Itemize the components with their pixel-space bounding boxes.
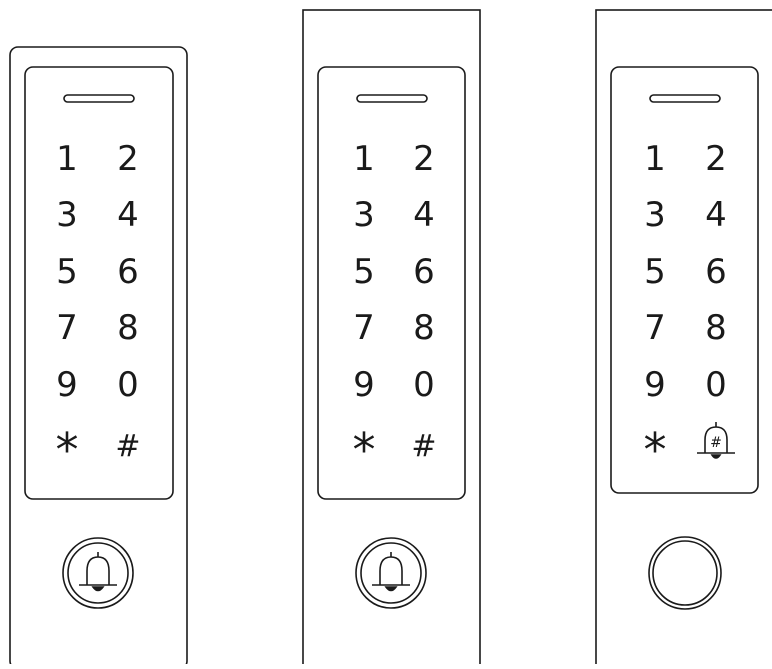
keypad-2-touch-panel bbox=[317, 66, 466, 500]
keypad-3-key[interactable]: 7 bbox=[644, 308, 666, 348]
keypad-3-button-inner-ring bbox=[652, 540, 718, 606]
keypad-2-key[interactable]: 1 bbox=[353, 139, 375, 179]
keypad-1-key[interactable]: 2 bbox=[117, 139, 139, 179]
keypad-1-button-outer-ring bbox=[62, 537, 134, 609]
keypad-1-touch-panel bbox=[24, 66, 174, 500]
keypad-1-key[interactable]: 7 bbox=[56, 308, 78, 348]
keypad-2-key[interactable]: 7 bbox=[353, 308, 375, 348]
keypad-3-hash-key-label: # bbox=[710, 435, 722, 451]
keypad-3-key[interactable]: 0 bbox=[705, 365, 727, 405]
keypad-2-star-key[interactable]: * bbox=[353, 423, 376, 477]
keypad-1-star-key[interactable]: * bbox=[56, 423, 79, 477]
keypad-3-hash-bell-key[interactable]: # bbox=[697, 422, 735, 459]
keypad-3: 1 2 3 4 5 6 7 8 9 0 * # bbox=[595, 9, 772, 669]
bell-icon bbox=[372, 552, 410, 592]
keypad-1-key[interactable]: 9 bbox=[56, 365, 78, 405]
keypad-3-key[interactable]: 5 bbox=[644, 252, 666, 292]
keypad-3-housing bbox=[595, 9, 772, 669]
keypad-3-key[interactable]: 8 bbox=[705, 308, 727, 348]
keypad-1-bell-button[interactable] bbox=[62, 537, 134, 609]
keypad-3-touch-panel bbox=[610, 66, 759, 494]
keypad-1-key[interactable]: 6 bbox=[117, 252, 139, 292]
keypad-2-button-outer-ring bbox=[355, 537, 427, 609]
keypad-3-round-button[interactable] bbox=[648, 536, 722, 610]
keypad-3-key[interactable]: 1 bbox=[644, 139, 666, 179]
keypad-3-key[interactable]: 6 bbox=[705, 252, 727, 292]
keypad-1-led-slot bbox=[63, 94, 135, 103]
keypad-2-bell-button[interactable] bbox=[355, 537, 427, 609]
keypad-3-led-slot bbox=[649, 94, 721, 103]
keypad-2-housing bbox=[302, 9, 481, 669]
keypad-3-key[interactable]: 9 bbox=[644, 365, 666, 405]
keypad-3-key[interactable]: 3 bbox=[644, 195, 666, 235]
keypad-2-key[interactable]: 0 bbox=[413, 365, 435, 405]
keypad-2-key[interactable]: 3 bbox=[353, 195, 375, 235]
keypad-1-key[interactable]: 3 bbox=[56, 195, 78, 235]
bell-icon bbox=[79, 552, 117, 592]
keypad-2-key[interactable]: 2 bbox=[413, 139, 435, 179]
keypad-2-key[interactable]: 9 bbox=[353, 365, 375, 405]
keypad-3-star-key[interactable]: * bbox=[644, 423, 667, 477]
keypad-drawings: 1 2 3 4 5 6 7 8 9 0 * # 1 2 3 4 5 6 7 8 … bbox=[9, 9, 772, 669]
keypad-2-key[interactable]: 8 bbox=[413, 308, 435, 348]
keypad-3-key[interactable]: 4 bbox=[705, 195, 727, 235]
keypad-2-key[interactable]: 5 bbox=[353, 252, 375, 292]
keypad-2-hash-key[interactable]: # bbox=[411, 429, 436, 464]
keypad-2: 1 2 3 4 5 6 7 8 9 0 * # bbox=[302, 9, 481, 669]
keypad-1-key[interactable]: 1 bbox=[56, 139, 78, 179]
keypad-1: 1 2 3 4 5 6 7 8 9 0 * # bbox=[9, 46, 188, 669]
keypad-3-button-outer-ring bbox=[648, 536, 722, 610]
keypad-1-key[interactable]: 4 bbox=[117, 195, 139, 235]
keypad-1-key[interactable]: 5 bbox=[56, 252, 78, 292]
keypad-1-housing bbox=[9, 46, 188, 669]
keypad-3-key[interactable]: 2 bbox=[705, 139, 727, 179]
keypad-2-led-slot bbox=[356, 94, 428, 103]
keypad-1-key[interactable]: 0 bbox=[117, 365, 139, 405]
keypad-1-hash-key[interactable]: # bbox=[115, 429, 140, 464]
keypad-1-key[interactable]: 8 bbox=[117, 308, 139, 348]
bell-with-hash-icon: # bbox=[697, 422, 735, 459]
keypad-2-key[interactable]: 4 bbox=[413, 195, 435, 235]
keypad-2-key[interactable]: 6 bbox=[413, 252, 435, 292]
